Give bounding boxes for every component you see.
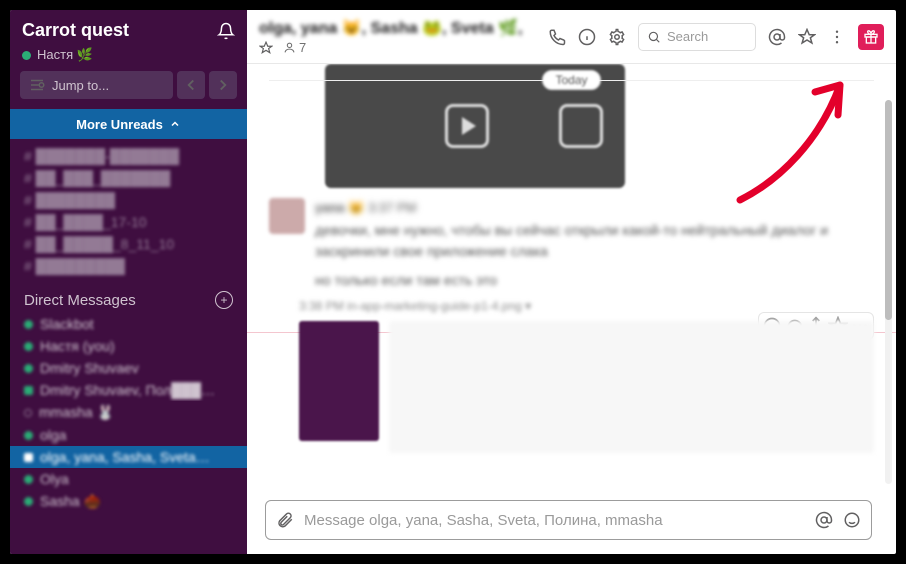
channel-list: # ███████-███████ # ██_███_███████ # ███…	[10, 145, 247, 281]
workspace-name[interactable]: Carrot quest	[22, 20, 217, 41]
channel-item[interactable]: # ██_█████_8_11_10	[10, 233, 247, 255]
jump-icon	[28, 76, 46, 94]
notifications-icon[interactable]	[217, 22, 235, 40]
sidebar: Carrot quest Настя 🌿 Jump to... More Unr…	[10, 10, 247, 554]
chevron-up-icon	[169, 118, 181, 130]
presence-dot-icon	[24, 453, 33, 462]
message-text: но только если там есть это	[315, 270, 874, 291]
thumbnail	[389, 321, 874, 453]
gift-button[interactable]	[858, 24, 884, 50]
search-icon	[647, 30, 661, 44]
jump-to-input[interactable]: Jump to...	[20, 71, 173, 99]
dm-label: olga	[40, 427, 66, 443]
dm-item[interactable]: olga	[10, 424, 247, 446]
presence-dot-icon	[24, 409, 32, 417]
message-list: Today yana 😺 3:37 PM девочки, мне нужно,…	[247, 64, 896, 554]
presence-dot-icon	[24, 475, 33, 484]
presence-name: Настя 🌿	[37, 47, 93, 63]
message: yana 😺 3:37 PM девочки, мне нужно, чтобы…	[269, 198, 874, 291]
search-placeholder: Search	[667, 29, 708, 44]
history-back-button[interactable]	[177, 71, 205, 99]
gift-icon	[863, 29, 879, 45]
avatar[interactable]	[269, 198, 305, 234]
new-dm-button[interactable]: +	[215, 291, 233, 309]
channel-item[interactable]: # ██_███_███████	[10, 167, 247, 189]
channel-header: olga, yana 😺, Sasha 🐸, Sveta 🌿, 7 Search	[247, 10, 896, 64]
presence-dot-icon	[24, 386, 33, 395]
composer-placeholder: Message olga, yana, Sasha, Sveta, Полина…	[304, 512, 663, 529]
channel-item[interactable]: # ███████-███████	[10, 145, 247, 167]
dm-item[interactable]: Slackbot	[10, 313, 247, 335]
main-panel: olga, yana 😺, Sasha 🐸, Sveta 🌿, 7 Search	[247, 10, 896, 554]
paperclip-icon[interactable]	[276, 511, 294, 529]
presence-dot-icon	[22, 51, 31, 60]
more-vertical-icon[interactable]	[828, 28, 846, 46]
channel-title[interactable]: olga, yana 😺, Sasha 🐸, Sveta 🌿,	[259, 18, 522, 38]
history-forward-button[interactable]	[209, 71, 237, 99]
message-author[interactable]: yana 😺	[315, 200, 364, 215]
dm-label: mmasha 🐰	[39, 404, 114, 421]
dm-item[interactable]: Настя (you)	[10, 335, 247, 357]
attachment-meta[interactable]: 3:38 PM in-app-marketing-guide-p1-4.png …	[299, 299, 874, 313]
dm-label: Slackbot	[40, 316, 94, 332]
date-divider: Today	[542, 70, 600, 90]
dm-item[interactable]: mmasha 🐰	[10, 401, 247, 424]
dm-list: Slackbot Настя (you) Dmitry Shuvaev Dmitry …	[10, 313, 247, 513]
play-icon	[445, 104, 489, 148]
search-input[interactable]: Search	[638, 23, 756, 51]
emoji-picker-icon[interactable]	[843, 511, 861, 529]
message-text: девочки, мне нужно, чтобы вы сейчас откр…	[315, 220, 874, 241]
phone-icon[interactable]	[548, 28, 566, 46]
dm-item[interactable]: Dmitry Shuvaev, Пол███…	[10, 379, 247, 401]
presence-dot-icon	[24, 320, 33, 329]
dm-label: Dmitry Shuvaev, Пол███…	[40, 382, 215, 398]
dm-label: Dmitry Shuvaev	[40, 360, 139, 376]
channel-item[interactable]: # █████████	[10, 255, 247, 277]
member-count[interactable]: 7	[283, 40, 306, 55]
gear-icon[interactable]	[608, 28, 626, 46]
message-text: заскринили свое приложение слака	[315, 241, 874, 262]
dm-item[interactable]: Dmitry Shuvaev	[10, 357, 247, 379]
channel-item[interactable]: # ██_████_17-10	[10, 211, 247, 233]
image-attachment[interactable]	[299, 321, 874, 453]
dm-label: olga, yana, Sasha, Sveta…	[40, 449, 210, 465]
dm-item[interactable]: olga, yana, Sasha, Sveta…	[10, 446, 247, 468]
jump-placeholder: Jump to...	[52, 78, 109, 93]
dm-section-header: Direct Messages	[24, 292, 136, 309]
presence-dot-icon	[24, 497, 33, 506]
member-count-value: 7	[299, 40, 306, 55]
channel-item[interactable]: # ████████	[10, 189, 247, 211]
presence-dot-icon	[24, 431, 33, 440]
message-composer[interactable]: Message olga, yana, Sasha, Sveta, Полина…	[265, 500, 872, 540]
message-time: 3:37 PM	[368, 200, 416, 215]
expand-icon	[559, 104, 603, 148]
presence-dot-icon	[24, 342, 33, 351]
info-icon[interactable]	[578, 28, 596, 46]
user-presence: Настя 🌿	[10, 47, 247, 71]
more-unreads-label: More Unreads	[76, 117, 163, 132]
dm-item[interactable]: Sasha 🌰	[10, 490, 247, 513]
mention-icon[interactable]	[815, 511, 833, 529]
presence-dot-icon	[24, 364, 33, 373]
dm-label: Olya	[40, 471, 69, 487]
person-icon	[283, 41, 296, 54]
more-unreads-button[interactable]: More Unreads	[10, 109, 247, 139]
thumbnail	[299, 321, 379, 441]
star-icon[interactable]	[259, 41, 273, 55]
dm-label: Sasha 🌰	[40, 493, 101, 510]
mentions-icon[interactable]	[768, 28, 786, 46]
scrollbar-thumb[interactable]	[885, 100, 892, 320]
star-outline-icon[interactable]	[798, 28, 816, 46]
dm-item[interactable]: Olya	[10, 468, 247, 490]
scrollbar[interactable]	[885, 100, 892, 484]
dm-label: Настя (you)	[40, 338, 115, 354]
